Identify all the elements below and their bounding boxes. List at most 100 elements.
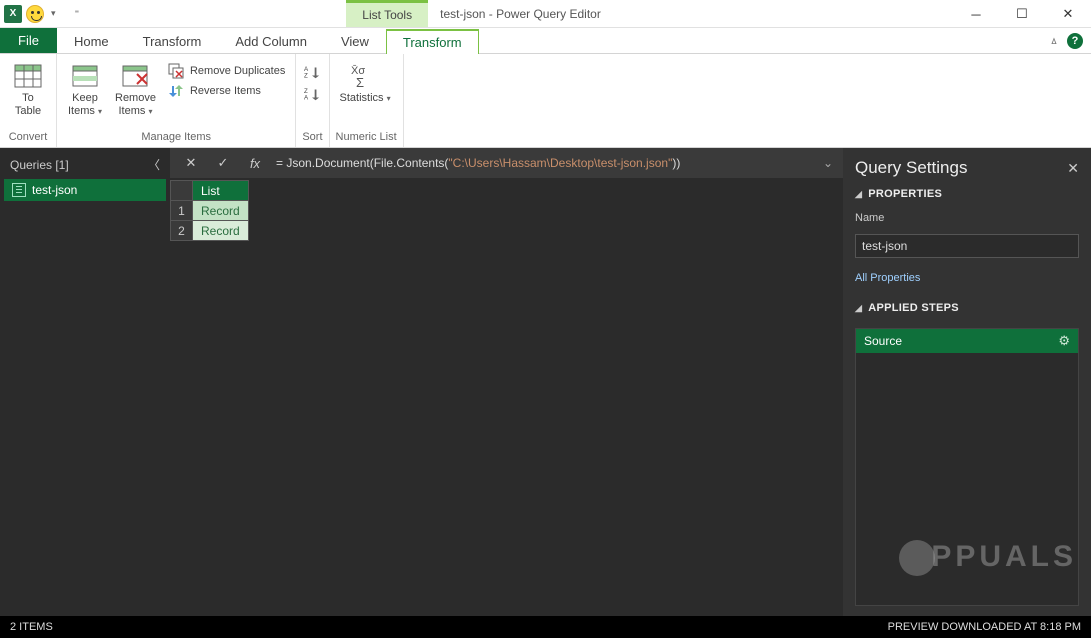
- remove-duplicates-button[interactable]: Remove Duplicates: [164, 62, 289, 80]
- status-item-count: 2 ITEMS: [10, 621, 53, 633]
- sort-desc-icon: ZA: [304, 86, 320, 102]
- applied-step-item[interactable]: Source ⚙: [856, 329, 1078, 353]
- main-content: ✕ ✓ fx = Json.Document(File.Contents("C:…: [170, 148, 843, 616]
- applied-step-label: Source: [864, 334, 902, 348]
- queries-panel-header[interactable]: Queries [1] 〈: [4, 154, 166, 179]
- collapse-ribbon-icon[interactable]: ㅿ: [1049, 33, 1059, 49]
- workspace: Queries [1] 〈 test-json ✕ ✓ fx = Json.Do…: [0, 148, 1091, 616]
- titlebar: X ▾ ⁼ List Tools test-json - Power Query…: [0, 0, 1091, 28]
- all-properties-link[interactable]: All Properties: [855, 272, 1079, 284]
- remove-duplicates-label: Remove Duplicates: [190, 65, 285, 77]
- table-icon: [12, 62, 44, 90]
- maximize-button[interactable]: ☐: [999, 0, 1045, 28]
- properties-section-header[interactable]: ◢ PROPERTIES: [855, 188, 1079, 200]
- formula-fx-icon[interactable]: fx: [244, 152, 266, 174]
- column-header-list[interactable]: List: [193, 181, 249, 201]
- dropdown-arrow-icon: ▾: [98, 107, 102, 116]
- ribbon-group-manage: Keep Items ▾ Remove Items ▾ Remove Dupli…: [57, 54, 296, 147]
- properties-header-label: PROPERTIES: [868, 188, 942, 200]
- tab-transform[interactable]: Transform: [126, 28, 219, 53]
- formula-bar: ✕ ✓ fx = Json.Document(File.Contents("C:…: [170, 148, 843, 178]
- close-button[interactable]: ✕: [1045, 0, 1091, 28]
- statistics-button[interactable]: X̄σΣ Statistics ▾: [336, 60, 395, 107]
- table-row[interactable]: 2 Record: [171, 221, 249, 241]
- applied-steps-list: Source ⚙: [855, 328, 1079, 606]
- query-item-label: test-json: [32, 183, 77, 197]
- query-table-icon: [12, 183, 26, 197]
- statistics-label: Statistics ▾: [340, 92, 391, 105]
- status-bar: 2 ITEMS PREVIEW DOWNLOADED AT 8:18 PM: [0, 616, 1091, 638]
- formula-string: "C:\Users\Hassam\Desktop\test-json.json": [448, 156, 672, 170]
- quick-access-dropdown-icon[interactable]: ▾: [48, 8, 59, 19]
- queries-header-label: Queries [1]: [10, 158, 69, 172]
- applied-steps-section-header[interactable]: ◢ APPLIED STEPS: [855, 302, 1079, 314]
- contextual-tab-list-tools: List Tools: [346, 0, 428, 27]
- reverse-items-label: Reverse Items: [190, 85, 261, 97]
- tab-list-transform[interactable]: Transform: [386, 29, 479, 54]
- formula-prefix: = Json.Document(File.Contents(: [276, 156, 448, 170]
- data-preview: List 1 Record 2 Record: [170, 178, 843, 616]
- dropdown-arrow-icon: ▾: [148, 107, 152, 116]
- sort-asc-button[interactable]: AZ: [302, 62, 322, 82]
- query-settings-panel: Query Settings ✕ ◢ PROPERTIES Name All P…: [843, 148, 1091, 616]
- status-preview-time: PREVIEW DOWNLOADED AT 8:18 PM: [888, 621, 1081, 633]
- to-table-label: To Table: [15, 92, 41, 118]
- keep-items-icon: [69, 62, 101, 90]
- minimize-button[interactable]: ─: [953, 0, 999, 28]
- formula-cancel-icon[interactable]: ✕: [180, 152, 202, 174]
- collapse-triangle-icon: ◢: [855, 189, 862, 200]
- query-item[interactable]: test-json: [4, 179, 166, 201]
- ribbon-group-sort: AZ ZA Sort: [296, 54, 329, 147]
- collapse-panel-icon[interactable]: 〈: [148, 156, 160, 173]
- collapse-triangle-icon: ◢: [855, 303, 862, 314]
- sort-desc-button[interactable]: ZA: [302, 84, 322, 104]
- row-number: 1: [171, 201, 193, 221]
- ribbon: To Table Convert Keep Items ▾ Remove Ite…: [0, 54, 1091, 148]
- formula-commit-icon[interactable]: ✓: [212, 152, 234, 174]
- name-label: Name: [855, 212, 1079, 224]
- remove-items-label: Remove Items ▾: [115, 92, 156, 118]
- ribbon-tabstrip: File Home Transform Add Column View Tran…: [0, 28, 1091, 54]
- keep-items-button[interactable]: Keep Items ▾: [63, 60, 107, 120]
- tab-home[interactable]: Home: [57, 28, 126, 53]
- quick-access-overflow-icon[interactable]: ⁼: [72, 8, 83, 19]
- queries-panel: Queries [1] 〈 test-json: [0, 148, 170, 616]
- svg-text:A: A: [304, 94, 309, 101]
- gear-icon[interactable]: ⚙: [1058, 333, 1070, 349]
- formula-expand-icon[interactable]: ⌄: [823, 156, 833, 170]
- group-label-numeric: Numeric List: [336, 131, 397, 147]
- group-label-sort: Sort: [302, 131, 322, 147]
- list-table: List 1 Record 2 Record: [170, 180, 249, 241]
- group-label-manage: Manage Items: [63, 131, 289, 147]
- close-settings-icon[interactable]: ✕: [1067, 160, 1079, 177]
- applied-steps-header-label: APPLIED STEPS: [868, 302, 959, 314]
- remove-items-icon: [119, 62, 151, 90]
- to-table-button[interactable]: To Table: [6, 60, 50, 120]
- table-row[interactable]: 1 Record: [171, 201, 249, 221]
- formula-input[interactable]: = Json.Document(File.Contents("C:\Users\…: [276, 156, 813, 170]
- ribbon-group-numeric: X̄σΣ Statistics ▾ Numeric List: [330, 54, 404, 147]
- reverse-items-icon: [168, 83, 184, 99]
- table-corner[interactable]: [171, 181, 193, 201]
- window-title: test-json - Power Query Editor: [428, 0, 953, 27]
- tab-view[interactable]: View: [324, 28, 386, 53]
- statistics-icon: X̄σΣ: [349, 62, 381, 90]
- keep-items-label: Keep Items ▾: [68, 92, 102, 118]
- reverse-items-button[interactable]: Reverse Items: [164, 82, 289, 100]
- svg-text:Z: Z: [304, 72, 308, 79]
- group-label-convert: Convert: [6, 131, 50, 147]
- help-icon[interactable]: ?: [1067, 33, 1083, 49]
- formula-suffix: )): [672, 156, 680, 170]
- ribbon-group-convert: To Table Convert: [0, 54, 57, 147]
- dropdown-arrow-icon: ▾: [387, 94, 391, 103]
- cell-value[interactable]: Record: [193, 221, 249, 241]
- row-number: 2: [171, 221, 193, 241]
- query-name-input[interactable]: [855, 234, 1079, 258]
- tab-add-column[interactable]: Add Column: [218, 28, 324, 53]
- svg-text:Σ: Σ: [356, 75, 364, 89]
- tab-file[interactable]: File: [0, 28, 57, 53]
- autosave-smiley-icon: [26, 5, 44, 23]
- sort-asc-icon: AZ: [304, 64, 320, 80]
- remove-items-button[interactable]: Remove Items ▾: [111, 60, 160, 120]
- cell-value[interactable]: Record: [193, 201, 249, 221]
